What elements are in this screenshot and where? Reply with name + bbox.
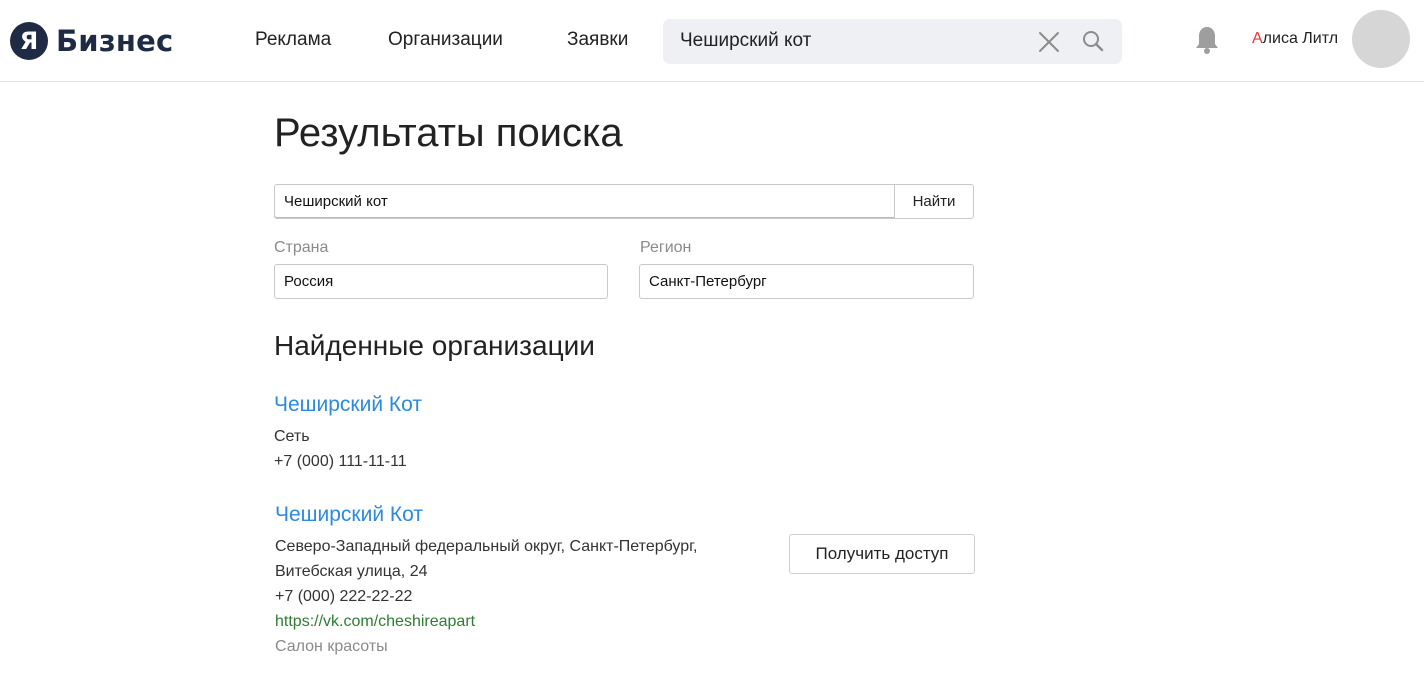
top-header: Я Бизнес Реклама Организации Заявки Чеши…	[0, 0, 1424, 82]
search-input[interactable]	[274, 184, 894, 219]
organization-phone: +7 (000) 222-22-22	[275, 588, 413, 605]
search-form: Найти	[274, 184, 974, 219]
header-search-value: Чеширский кот	[680, 30, 812, 51]
page-title: Результаты поиска	[274, 111, 623, 155]
country-select[interactable]: Россия	[274, 264, 608, 299]
search-icon[interactable]	[1081, 29, 1105, 53]
organization-website-link[interactable]: https://vk.com/cheshireapart	[275, 613, 475, 631]
region-label: Регион	[640, 239, 692, 256]
get-access-button[interactable]: Получить доступ	[789, 534, 975, 574]
user-name-rest: лиса Литл	[1262, 30, 1339, 47]
region-select[interactable]: Санкт-Петербург	[639, 264, 974, 299]
organization-category: Салон красоты	[275, 638, 388, 655]
nav-advertising[interactable]: Реклама	[255, 29, 331, 51]
logo-text: Бизнес	[56, 24, 174, 58]
organization-address-line1: Северо-Западный федеральный округ, Санкт…	[275, 538, 698, 555]
organization-type: Сеть	[274, 428, 310, 445]
avatar[interactable]	[1352, 10, 1410, 68]
yandex-business-logo[interactable]: Я Бизнес	[10, 22, 173, 60]
header-search-field[interactable]: Чеширский кот	[663, 19, 1122, 64]
country-label: Страна	[274, 239, 329, 256]
clear-icon[interactable]	[1037, 30, 1061, 54]
found-organizations-title: Найденные организации	[274, 330, 595, 361]
find-button[interactable]: Найти	[894, 184, 974, 219]
nav-requests[interactable]: Заявки	[567, 29, 628, 51]
nav-organizations[interactable]: Организации	[388, 29, 503, 51]
organization-address-line2: Витебская улица, 24	[275, 563, 428, 580]
organization-name-link[interactable]: Чеширский Кот	[274, 393, 422, 417]
organization-phone: +7 (000) 111-11-11	[274, 453, 407, 470]
user-name[interactable]: Алиса Литл	[1252, 30, 1338, 48]
user-name-initial: А	[1252, 30, 1263, 47]
bell-icon[interactable]	[1194, 25, 1220, 55]
organization-name-link[interactable]: Чеширский Кот	[275, 503, 423, 527]
logo-badge: Я	[10, 22, 48, 60]
